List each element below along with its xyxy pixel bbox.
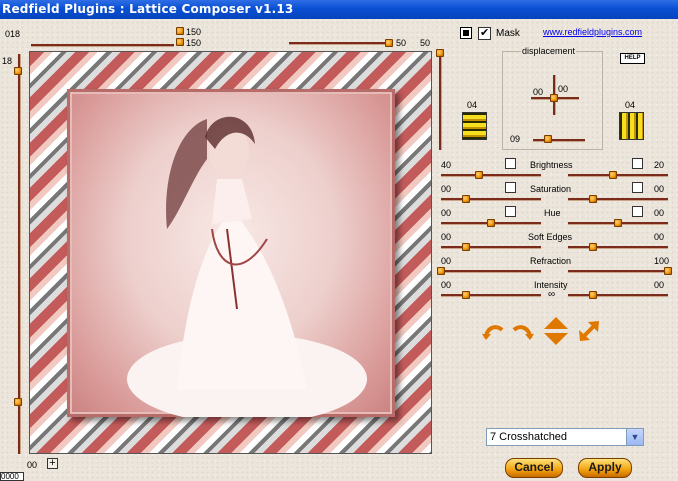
saturation-left-track bbox=[441, 198, 541, 201]
displacement-label: displacement bbox=[521, 46, 577, 56]
top-right-slider-track bbox=[289, 42, 389, 45]
resize-arrow-icon[interactable] bbox=[577, 320, 601, 342]
refraction-right-value: 100 bbox=[654, 256, 670, 266]
soft-edges-left-knob[interactable] bbox=[462, 243, 470, 251]
preview-photo-frame bbox=[67, 89, 395, 424]
soft-edges-right-track bbox=[568, 246, 668, 249]
add-icon[interactable]: + bbox=[47, 458, 58, 469]
right-lattice-count: 04 bbox=[625, 100, 636, 110]
top-slider-knob-2[interactable] bbox=[176, 38, 184, 46]
saturation-left-knob[interactable] bbox=[462, 195, 470, 203]
brightness-label: Brightness bbox=[530, 160, 573, 170]
woman-photo-illustration bbox=[127, 116, 367, 424]
soft-edges-left-value: 00 bbox=[441, 232, 452, 242]
saturation-left-value: 00 bbox=[441, 184, 452, 194]
left-slider-knob-bottom[interactable] bbox=[14, 398, 22, 406]
top-slider-track bbox=[31, 44, 174, 47]
hue-right-knob[interactable] bbox=[614, 219, 622, 227]
preset-selected: 7 Crosshatched bbox=[490, 431, 568, 443]
horizontal-lattice-swatch[interactable] bbox=[462, 112, 487, 140]
top-left-value: 018 bbox=[5, 29, 21, 39]
left-slider-track bbox=[18, 54, 21, 454]
apply-button[interactable]: Apply bbox=[578, 458, 632, 478]
rotate-left-icon[interactable] bbox=[482, 320, 506, 342]
preview-right-slider-knob[interactable] bbox=[436, 49, 444, 57]
hue-left-knob[interactable] bbox=[487, 219, 495, 227]
link-chain-icon[interactable]: ∞ bbox=[548, 290, 555, 300]
help-button[interactable]: HELP bbox=[620, 53, 645, 64]
plugin-window: Redfield Plugins : Lattice Composer v1.1… bbox=[0, 0, 678, 481]
displacement-bottom-value: 09 bbox=[510, 134, 521, 144]
brightness-right-knob[interactable] bbox=[609, 171, 617, 179]
brightness-right-value: 20 bbox=[654, 160, 665, 170]
brightness-right-track bbox=[568, 174, 668, 177]
displacement-knob[interactable] bbox=[550, 94, 558, 102]
hue-right-value: 00 bbox=[654, 208, 665, 218]
mask-checkbox[interactable]: ✔ bbox=[478, 27, 491, 40]
displacement-x-value: 00 bbox=[533, 87, 544, 97]
saturation-left-checkbox[interactable] bbox=[505, 182, 516, 193]
hue-left-checkbox[interactable] bbox=[505, 206, 516, 217]
refraction-right-track bbox=[568, 270, 668, 273]
intensity-right-knob[interactable] bbox=[589, 291, 597, 299]
corner-field: 0000 bbox=[0, 472, 24, 481]
hue-left-value: 00 bbox=[441, 208, 452, 218]
saturation-right-checkbox[interactable] bbox=[632, 182, 643, 193]
top-right-value-1: 50 bbox=[396, 38, 407, 48]
bottom-value: 00 bbox=[27, 460, 38, 470]
soft-edges-left-track bbox=[441, 246, 541, 249]
refraction-left-knob[interactable] bbox=[437, 267, 445, 275]
mask-label: Mask bbox=[496, 28, 520, 39]
top-slider-knob-1[interactable] bbox=[176, 27, 184, 35]
refraction-label: Refraction bbox=[530, 256, 572, 266]
hue-label: Hue bbox=[544, 208, 561, 218]
mask-color-swatch[interactable] bbox=[460, 27, 472, 39]
soft-edges-label: Soft Edges bbox=[528, 232, 573, 242]
top-value-1: 150 bbox=[186, 27, 202, 37]
intensity-right-value: 00 bbox=[654, 280, 665, 290]
left-lattice-count: 04 bbox=[467, 100, 478, 110]
mask-color-fill bbox=[463, 30, 469, 36]
preview-image bbox=[29, 51, 432, 454]
cancel-button[interactable]: Cancel bbox=[505, 458, 563, 478]
refraction-left-value: 00 bbox=[441, 256, 452, 266]
left-slider-knob-top[interactable] bbox=[14, 67, 22, 75]
brightness-right-checkbox[interactable] bbox=[632, 158, 643, 169]
displacement-bottom-knob[interactable] bbox=[544, 135, 552, 143]
saturation-right-knob[interactable] bbox=[589, 195, 597, 203]
refraction-right-knob[interactable] bbox=[664, 267, 672, 275]
vertical-lattice-swatch[interactable] bbox=[619, 112, 644, 140]
soft-edges-right-value: 00 bbox=[654, 232, 665, 242]
soft-edges-right-knob[interactable] bbox=[589, 243, 597, 251]
preset-dropdown[interactable]: 7 Crosshatched ▼ bbox=[486, 428, 644, 446]
intensity-left-value: 00 bbox=[441, 280, 452, 290]
chevron-down-icon[interactable]: ▼ bbox=[626, 429, 643, 445]
title-bar: Redfield Plugins : Lattice Composer v1.1… bbox=[0, 0, 678, 19]
saturation-label: Saturation bbox=[530, 184, 572, 194]
brightness-left-track bbox=[441, 174, 541, 177]
website-link[interactable]: www.redfieldplugins.com bbox=[543, 27, 642, 37]
top-right-value-2: 50 bbox=[420, 38, 431, 48]
refraction-left-track bbox=[441, 270, 541, 273]
brightness-left-checkbox[interactable] bbox=[505, 158, 516, 169]
saturation-right-track bbox=[568, 198, 668, 201]
displacement-bottom-track bbox=[533, 139, 585, 142]
displacement-y-value: 00 bbox=[558, 84, 569, 94]
top-right-slider-knob[interactable] bbox=[385, 39, 393, 47]
brightness-left-value: 40 bbox=[441, 160, 452, 170]
window-title: Redfield Plugins : Lattice Composer v1.1… bbox=[2, 2, 294, 16]
saturation-right-value: 00 bbox=[654, 184, 665, 194]
corner-value: 0000 bbox=[1, 472, 19, 481]
brightness-left-knob[interactable] bbox=[475, 171, 483, 179]
top-value-2: 150 bbox=[186, 38, 202, 48]
check-icon: ✔ bbox=[480, 27, 490, 39]
left-slider-value: 18 bbox=[2, 56, 13, 66]
hue-right-checkbox[interactable] bbox=[632, 206, 643, 217]
rotate-right-icon[interactable] bbox=[510, 320, 534, 342]
intensity-right-track bbox=[568, 294, 668, 297]
intensity-left-track bbox=[441, 294, 541, 297]
intensity-left-knob[interactable] bbox=[462, 291, 470, 299]
flip-vertical-icon[interactable] bbox=[544, 317, 568, 345]
preview-right-slider-track bbox=[439, 54, 442, 150]
